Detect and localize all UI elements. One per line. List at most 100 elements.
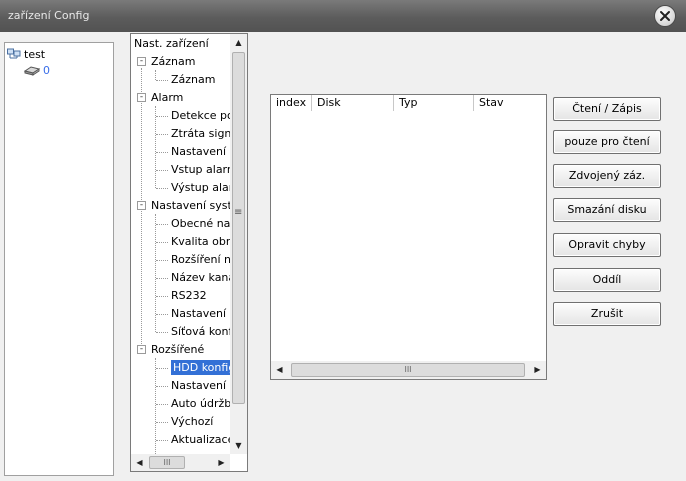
tree-item[interactable]: Vstup alarm [171, 161, 238, 179]
tree-item[interactable]: Název kana [171, 269, 235, 287]
scroll-right-arrow-icon[interactable]: ▶ [213, 454, 230, 471]
tree-item-label: Detekce po [171, 109, 234, 122]
tree-line [156, 422, 168, 423]
tree-vertical-scrollbar[interactable]: ▲ ≡ ▼ [230, 34, 247, 454]
tree-item[interactable]: Alarm [151, 89, 183, 107]
tree-item-label: Nastavení p [171, 145, 237, 158]
tree-collapse-icon[interactable]: - [137, 201, 146, 210]
tree-item-label: Auto údržb [171, 397, 232, 410]
tree-horizontal-scrollbar[interactable]: ◀ III ▶ [131, 454, 230, 471]
tree-line [156, 440, 168, 441]
column-header-type[interactable]: Typ [394, 95, 474, 111]
tree-item-label: Nastavení l [171, 307, 233, 320]
tree-line [156, 188, 168, 189]
cancel-button[interactable]: Zrušit [553, 302, 661, 326]
column-header-status[interactable]: Stav [474, 95, 546, 111]
tree-line [156, 404, 168, 405]
tree-line [156, 152, 168, 153]
tree-line [155, 358, 156, 468]
tree-collapse-icon[interactable]: - [137, 93, 146, 102]
partition-button[interactable]: Oddíl [553, 268, 661, 292]
tree-item-label: HDD konfig [171, 360, 238, 375]
tree-item-label: Ztráta signá [171, 127, 239, 140]
scroll-down-arrow-icon[interactable]: ▼ [230, 437, 247, 454]
read-only-button[interactable]: pouze pro čtení [553, 130, 661, 154]
tree-item-label: Název kana [171, 271, 236, 284]
tree-vertical-scroll-thumb[interactable]: ≡ [232, 52, 245, 404]
tree-item[interactable]: Nastavení u [171, 377, 237, 395]
tree-item[interactable]: Záznam [151, 53, 195, 71]
tree-item[interactable]: Záznam [171, 71, 215, 89]
disk-table[interactable]: index Disk Typ Stav ◀ III ▶ [270, 94, 547, 380]
scroll-left-arrow-icon[interactable]: ◀ [131, 454, 148, 471]
tree-item[interactable]: Síťová konf [171, 323, 232, 341]
tree-item-label: Záznam [151, 55, 196, 68]
tree-item[interactable]: HDD konfig [171, 359, 238, 377]
tree-line [155, 70, 156, 80]
read-write-button[interactable]: Čtení / Zápis [553, 97, 661, 121]
tree-line [156, 116, 168, 117]
tree-item[interactable]: RS232 [171, 287, 207, 305]
device-root-label: test [24, 47, 46, 61]
tree-line [156, 368, 168, 369]
tree-item-label: Alarm [151, 91, 184, 104]
settings-tree[interactable]: Nast. zařízení Záznam - Záznam Alarm - Detekce… [130, 33, 248, 472]
scroll-left-arrow-icon[interactable]: ◀ [271, 361, 288, 378]
tree-item[interactable]: Aktualizace [171, 431, 234, 449]
tree-item[interactable]: Nastavení syst [151, 197, 232, 215]
close-button[interactable] [654, 5, 676, 27]
tree-collapse-icon[interactable]: - [137, 345, 146, 354]
tree-item[interactable]: Výchozí [171, 413, 213, 431]
tree-line [156, 314, 168, 315]
tree-item[interactable]: Nastavení p [171, 143, 237, 161]
tree-item[interactable]: Rozšíření n [171, 251, 231, 269]
window-title: zařízení Config [8, 9, 90, 22]
tree-item[interactable]: Auto údržb [171, 395, 231, 413]
tree-item[interactable]: Obecné na [171, 215, 230, 233]
tree-line [141, 68, 142, 352]
tree-horizontal-scroll-thumb[interactable]: III [149, 456, 185, 469]
tree-line [156, 170, 168, 171]
tree-item[interactable]: Ztráta signá [171, 125, 238, 143]
tree-item-label: Rozšíření n [171, 253, 231, 266]
dvr-icon [23, 66, 41, 76]
tree-item-label: Síťová konf [171, 325, 233, 338]
tree-item-label: Nast. zařízení [134, 37, 209, 50]
column-header-disk[interactable]: Disk [312, 95, 394, 111]
table-horizontal-scrollbar[interactable]: ◀ III ▶ [271, 361, 546, 379]
tree-item[interactable]: Nast. zařízení [134, 35, 209, 53]
tree-item[interactable]: Detekce po [171, 107, 234, 125]
column-header-index[interactable]: index [271, 95, 312, 111]
tree-line [156, 278, 168, 279]
tree-item-label: Záznam [171, 73, 216, 86]
tree-item[interactable]: Výstup alar [171, 179, 233, 197]
computer-icon [7, 48, 21, 59]
tree-line [156, 260, 168, 261]
tree-item-label: Aktualizace [171, 433, 235, 446]
device-child-item[interactable]: 0 [23, 63, 50, 77]
tree-item-label: Rozšířené [151, 343, 205, 356]
tree-item-label: Vstup alarm [171, 163, 238, 176]
tree-item-label: RS232 [171, 289, 207, 302]
tree-line [156, 332, 168, 333]
tree-line [156, 80, 168, 81]
device-child-label: 0 [43, 63, 50, 77]
tree-line [156, 386, 168, 387]
repair-errors-button[interactable]: Opravit chyby [553, 233, 661, 257]
close-icon [660, 11, 670, 21]
tree-item-label: Obecné na [171, 217, 231, 230]
table-header: index Disk Typ Stav [271, 95, 546, 111]
format-disk-button[interactable]: Smazání disku [553, 198, 661, 222]
tree-line [156, 134, 168, 135]
tree-item[interactable]: Rozšířené [151, 341, 204, 359]
tree-collapse-icon[interactable]: - [137, 57, 146, 66]
tree-line [156, 296, 168, 297]
tree-item[interactable]: Kvalita obra [171, 233, 237, 251]
redundant-button[interactable]: Zdvojený záz. [553, 164, 661, 188]
tree-item[interactable]: Nastavení l [171, 305, 233, 323]
table-horizontal-scroll-thumb[interactable]: III [291, 363, 525, 377]
scroll-right-arrow-icon[interactable]: ▶ [529, 361, 546, 378]
scroll-up-arrow-icon[interactable]: ▲ [230, 34, 247, 51]
device-list[interactable]: test 0 [4, 42, 114, 476]
device-root-item[interactable]: test [7, 47, 45, 61]
